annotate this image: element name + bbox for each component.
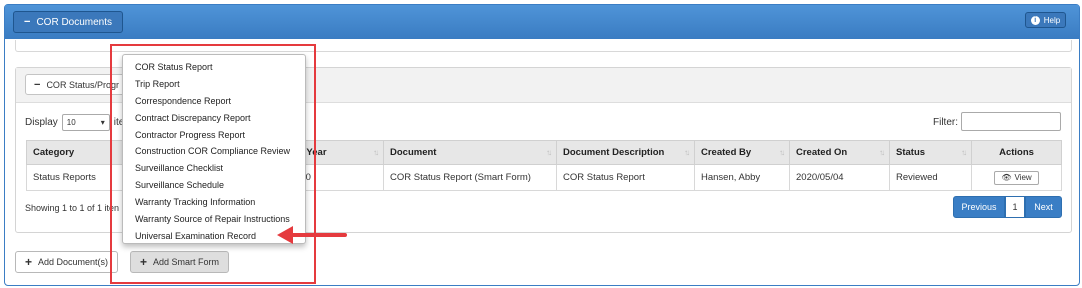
menu-item-contract-discrepancy-report[interactable]: Contract Discrepancy Report bbox=[123, 110, 305, 127]
info-icon: i bbox=[1030, 15, 1040, 25]
help-button[interactable]: i Help bbox=[1025, 12, 1066, 28]
smart-form-menu: COR Status Report Trip Report Correspond… bbox=[122, 54, 306, 244]
sort-icon: ↑↓ bbox=[779, 148, 785, 157]
menu-item-warranty-source-of-repair-instructions[interactable]: Warranty Source of Repair Instructions bbox=[123, 211, 305, 228]
display-length-control: Display 10 ▾ iter bbox=[25, 114, 128, 131]
chevron-down-icon: ▾ bbox=[100, 118, 105, 127]
table-info: Showing 1 to 1 of 1 iten bbox=[25, 203, 120, 213]
panel-header bbox=[5, 5, 1079, 39]
panel-title: COR Documents bbox=[36, 16, 113, 28]
previous-page-button[interactable]: Previous bbox=[953, 196, 1005, 218]
empty-section bbox=[15, 40, 1072, 52]
filter-input[interactable] bbox=[961, 112, 1061, 131]
eye-icon: 👁 bbox=[1001, 173, 1012, 182]
sort-icon: ↑↓ bbox=[961, 148, 967, 157]
add-documents-button[interactable]: + Add Document(s) bbox=[15, 251, 119, 273]
sort-icon: ↑↓ bbox=[373, 148, 379, 157]
menu-item-surveillance-checklist[interactable]: Surveillance Checklist bbox=[123, 160, 305, 177]
cell-actions: 👁 View bbox=[971, 164, 1062, 191]
plus-icon: + bbox=[140, 255, 148, 269]
column-header-created-on[interactable]: Created On ↑↓ bbox=[789, 140, 890, 165]
add-documents-label: Add Document(s) bbox=[38, 257, 109, 267]
menu-item-universal-examination-record[interactable]: Universal Examination Record bbox=[123, 228, 305, 245]
help-label: Help bbox=[1043, 15, 1061, 25]
page-1-button[interactable]: 1 bbox=[1005, 196, 1025, 218]
view-label: View bbox=[1014, 173, 1032, 182]
cor-status-collapse-button[interactable]: − COR Status/Progr bbox=[25, 74, 125, 95]
menu-item-contractor-progress-report[interactable]: Contractor Progress Report bbox=[123, 127, 305, 144]
column-header-status[interactable]: Status ↑↓ bbox=[889, 140, 972, 165]
menu-item-surveillance-schedule[interactable]: Surveillance Schedule bbox=[123, 177, 305, 194]
cell-created-by: Hansen, Abby bbox=[694, 164, 790, 191]
display-label: Display bbox=[25, 117, 58, 128]
menu-item-trip-report[interactable]: Trip Report bbox=[123, 76, 305, 93]
view-button[interactable]: 👁 View bbox=[994, 170, 1039, 185]
next-page-button[interactable]: Next bbox=[1025, 196, 1062, 218]
minus-icon: − bbox=[34, 78, 41, 91]
menu-item-warranty-tracking-information[interactable]: Warranty Tracking Information bbox=[123, 194, 305, 211]
add-smart-form-button[interactable]: + Add Smart Form bbox=[130, 251, 230, 273]
sort-icon: ↑↓ bbox=[879, 148, 885, 157]
pagination: Previous 1 Next bbox=[953, 196, 1062, 218]
add-smart-form-label: Add Smart Form bbox=[153, 257, 220, 267]
filter-label: Filter: bbox=[933, 117, 958, 128]
menu-item-construction-cor-compliance-review[interactable]: Construction COR Compliance Review bbox=[123, 143, 305, 160]
menu-item-cor-status-report[interactable]: COR Status Report bbox=[123, 59, 305, 76]
column-header-actions: Actions bbox=[971, 140, 1062, 165]
sort-icon: ↑↓ bbox=[546, 148, 552, 157]
cor-documents-collapse-button[interactable]: − COR Documents bbox=[13, 11, 124, 33]
cell-status: Reviewed bbox=[889, 164, 972, 191]
column-header-document[interactable]: Document ↑↓ bbox=[383, 140, 557, 165]
menu-item-correspondence-report[interactable]: Correspondence Report bbox=[123, 93, 305, 110]
cell-created-on: 2020/05/04 bbox=[789, 164, 890, 191]
sort-icon: ↑↓ bbox=[684, 148, 690, 157]
cor-status-title: COR Status/Progr bbox=[46, 79, 119, 90]
cell-description: COR Status Report bbox=[556, 164, 695, 191]
display-select[interactable]: 10 ▾ bbox=[61, 114, 110, 131]
column-header-description[interactable]: Document Description ↑↓ bbox=[556, 140, 695, 165]
minus-icon: − bbox=[24, 16, 31, 28]
cell-document: COR Status Report (Smart Form) bbox=[383, 164, 557, 191]
plus-icon: + bbox=[25, 255, 33, 269]
display-value: 10 bbox=[66, 118, 76, 127]
column-header-created-by[interactable]: Created By ↑↓ bbox=[694, 140, 790, 165]
